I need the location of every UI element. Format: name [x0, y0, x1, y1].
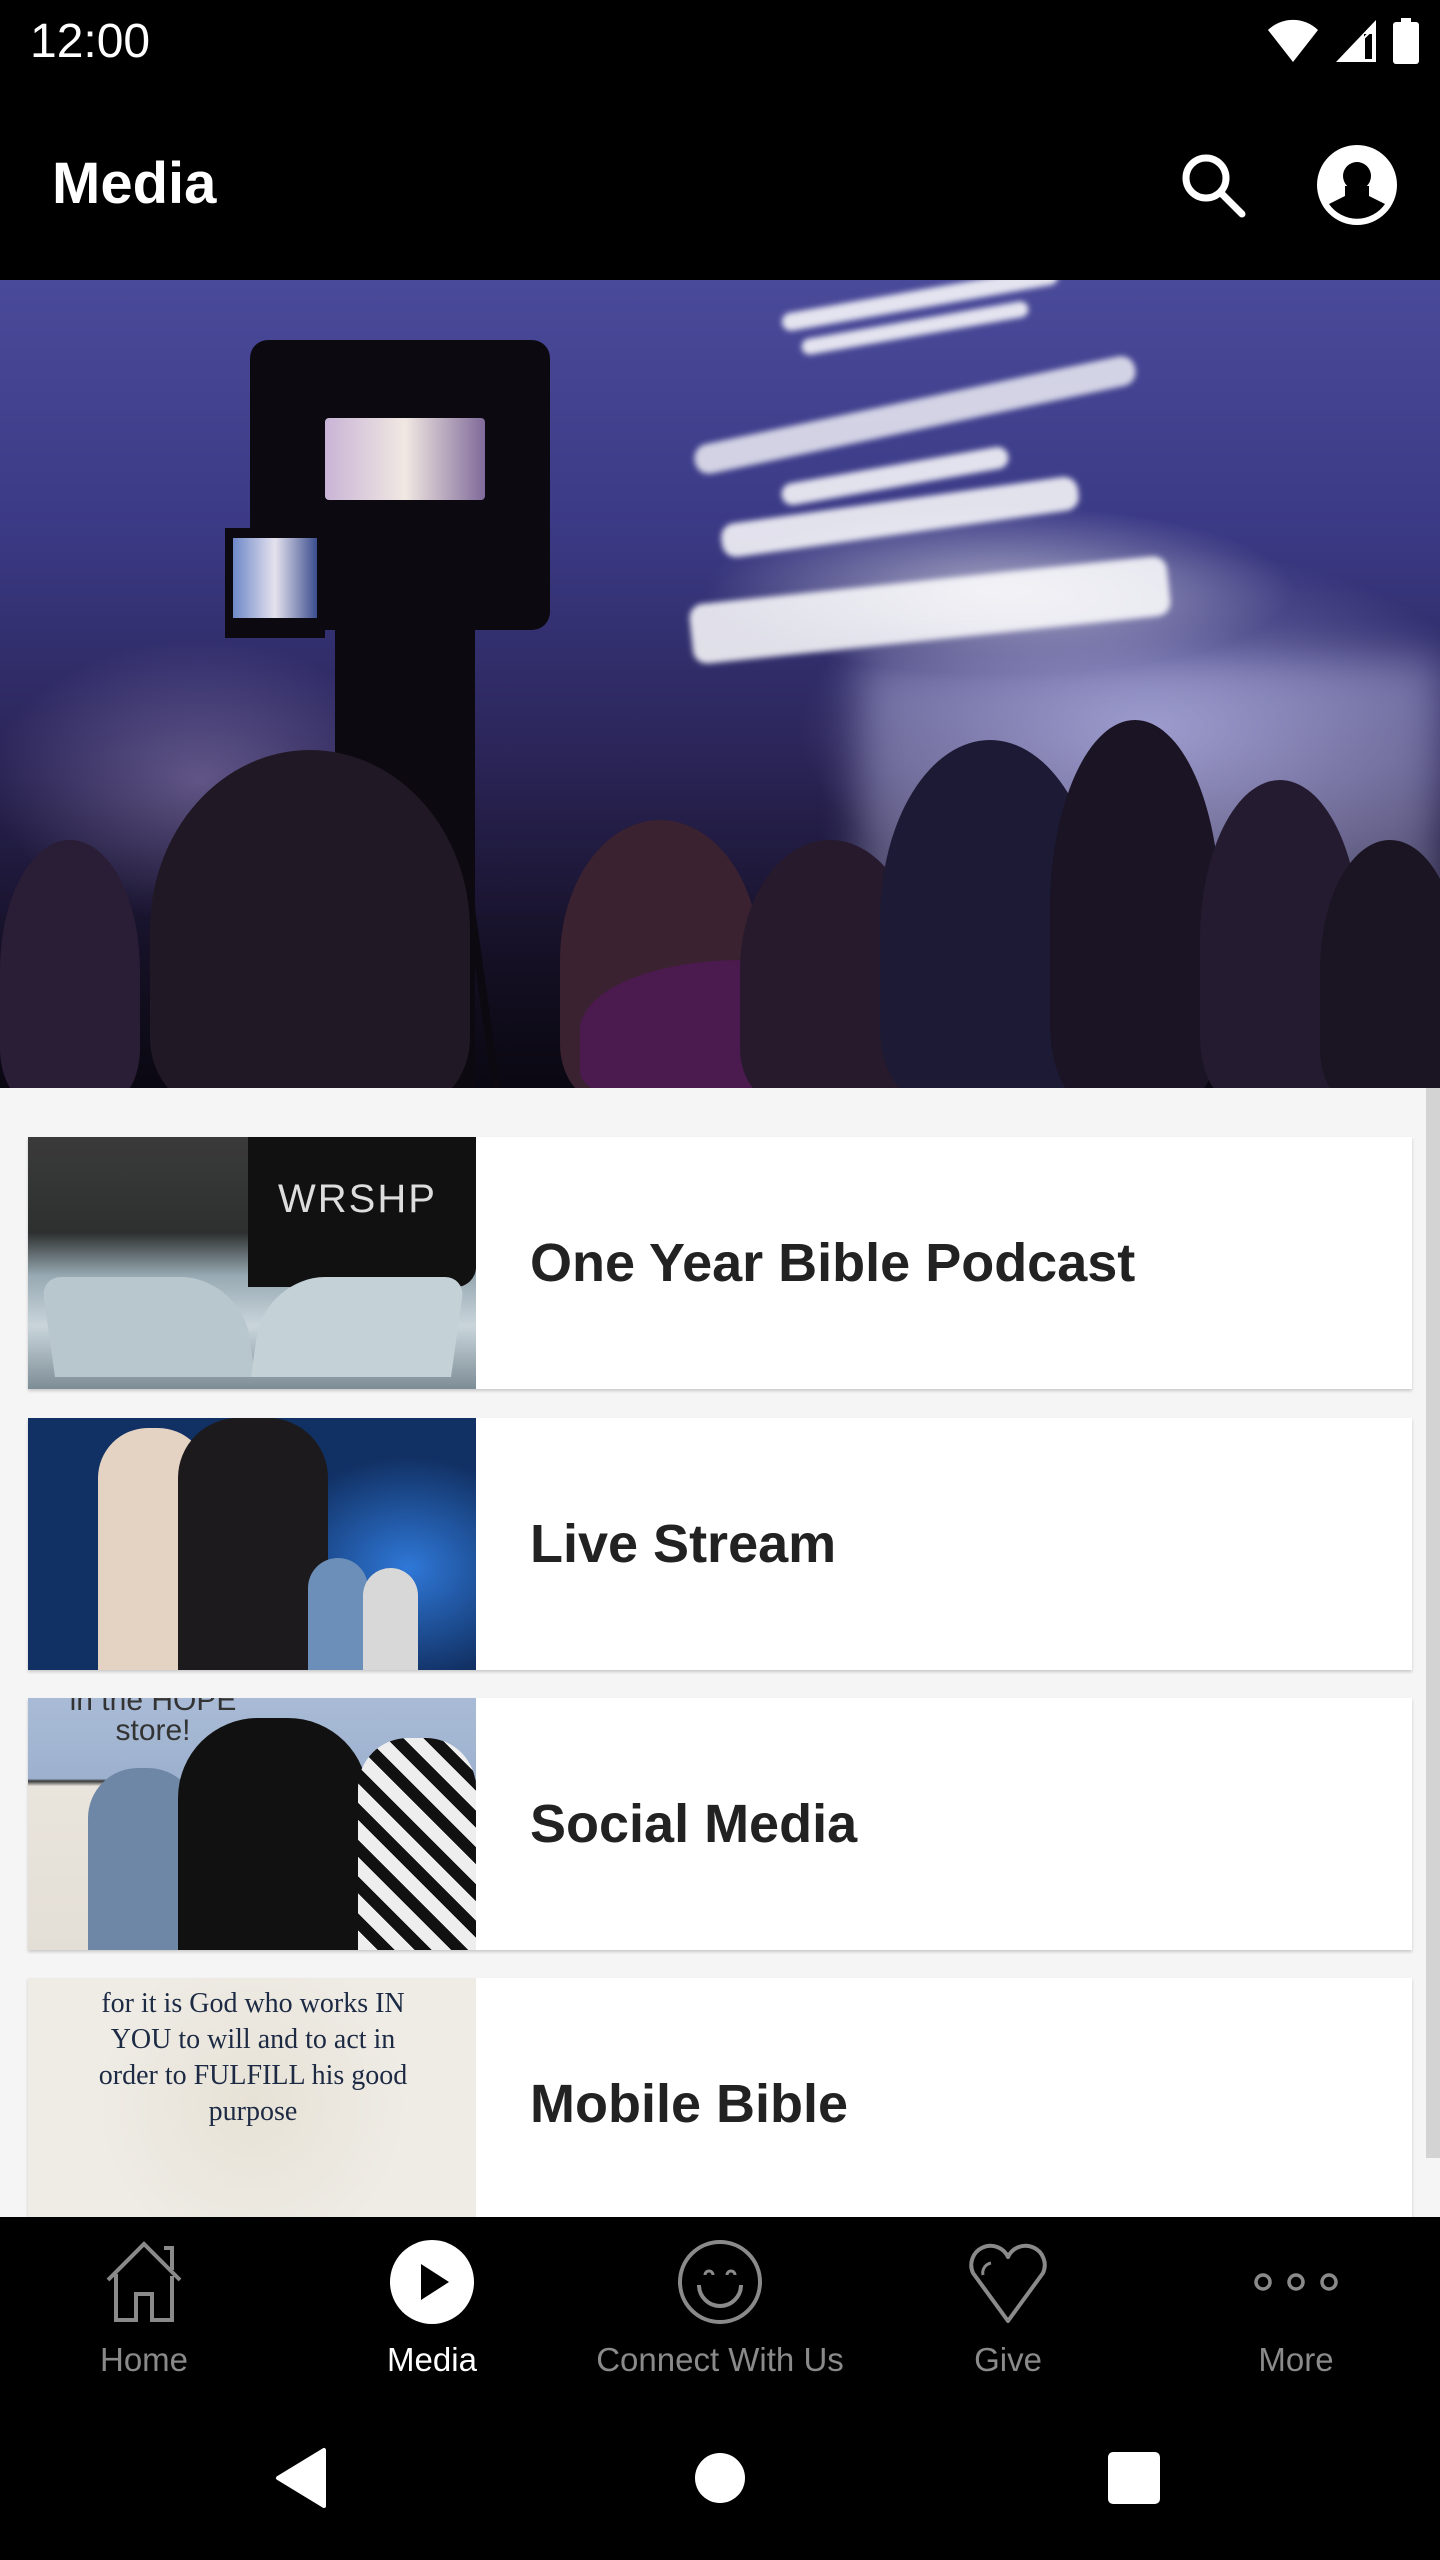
- back-triangle-icon: [270, 2446, 330, 2515]
- nav-label: Home: [99, 2341, 189, 2378]
- account-circle-icon: [1316, 144, 1398, 231]
- system-home-button[interactable]: [680, 2440, 760, 2520]
- thumbnail-social-media: in the HOPE store!: [28, 1698, 476, 1950]
- page-title: Media: [52, 151, 217, 216]
- media-item-label: Mobile Bible: [530, 2074, 849, 2134]
- recents-square-icon: [1106, 2450, 1162, 2511]
- media-item-label: One Year Bible Podcast: [530, 1233, 1136, 1293]
- scrollbar[interactable]: [1426, 1088, 1440, 2158]
- home-circle-icon: [693, 2451, 747, 2510]
- thumbnail-mobile-bible: for it is God who works IN YOU to will a…: [28, 1978, 476, 2217]
- nav-home[interactable]: Home: [0, 2217, 288, 2400]
- system-nav-bar: [0, 2400, 1440, 2560]
- media-item-social-media[interactable]: in the HOPE store! Social Media: [28, 1698, 1412, 1950]
- media-item-mobile-bible[interactable]: for it is God who works IN YOU to will a…: [28, 1978, 1412, 2217]
- status-icons: [1266, 17, 1420, 69]
- system-recents-button[interactable]: [1094, 2440, 1174, 2520]
- nav-more[interactable]: More: [1152, 2217, 1440, 2400]
- thumbnail-podcast: WRSHP: [28, 1137, 476, 1389]
- smiley-icon: [677, 2239, 763, 2330]
- nav-label: Connect With Us: [596, 2341, 844, 2378]
- search-button[interactable]: [1168, 142, 1258, 232]
- thumbnail-live-stream: [28, 1418, 476, 1670]
- wifi-icon: [1266, 18, 1320, 69]
- heart-icon: [965, 2239, 1051, 2330]
- status-time: 12:00: [30, 15, 151, 68]
- more-dots-icon: [1251, 2267, 1341, 2302]
- play-circle-icon: [389, 2239, 475, 2330]
- nav-give[interactable]: Give: [864, 2217, 1152, 2400]
- nav-label: Give: [974, 2341, 1042, 2378]
- nav-label: Media: [387, 2341, 477, 2378]
- media-list: WRSHP One Year Bible Podcast Live Stream…: [0, 1088, 1440, 2217]
- profile-button[interactable]: [1312, 142, 1402, 232]
- home-icon: [102, 2240, 186, 2329]
- status-bar: 12:00: [0, 0, 1440, 90]
- search-icon: [1178, 150, 1248, 225]
- hero-image: [0, 280, 1440, 1088]
- system-back-button[interactable]: [260, 2440, 340, 2520]
- app-bar: Media: [0, 90, 1440, 280]
- nav-media[interactable]: Media: [288, 2217, 576, 2400]
- media-item-one-year-bible-podcast[interactable]: WRSHP One Year Bible Podcast: [28, 1137, 1412, 1389]
- battery-icon: [1392, 17, 1420, 69]
- bottom-nav: Home Media Connect With Us Give More: [0, 2217, 1440, 2400]
- nav-connect-with-us[interactable]: Connect With Us: [576, 2217, 864, 2400]
- media-item-live-stream[interactable]: Live Stream: [28, 1418, 1412, 1670]
- nav-label: More: [1258, 2341, 1334, 2378]
- media-item-label: Live Stream: [530, 1514, 837, 1574]
- cell-signal-icon: [1334, 18, 1378, 69]
- media-item-label: Social Media: [530, 1794, 858, 1854]
